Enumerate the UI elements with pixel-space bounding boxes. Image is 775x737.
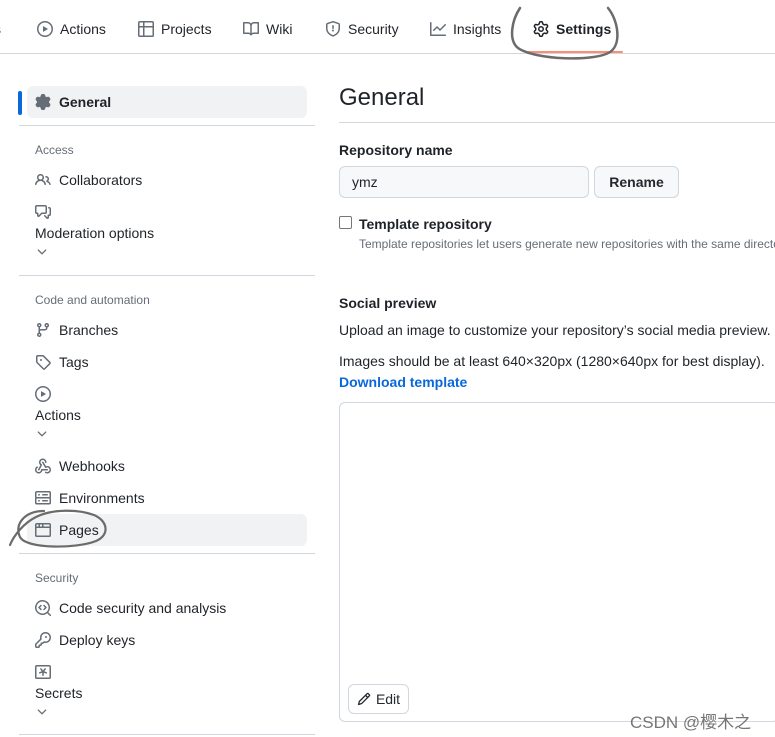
chevron-down-icon[interactable] bbox=[35, 705, 305, 719]
repo-name-label: Repository name bbox=[339, 142, 453, 158]
sidebar-item-collaborators-label: Collaborators bbox=[59, 172, 143, 188]
tab-clipped[interactable]: s bbox=[0, 17, 1, 41]
sidebar-item-general-label: General bbox=[59, 94, 112, 110]
sidebar-item-deploy-keys[interactable]: Deploy keys bbox=[27, 624, 307, 656]
book-icon bbox=[243, 21, 259, 36]
sidebar-item-webhooks-label: Webhooks bbox=[59, 458, 125, 474]
tab-insights[interactable]: Insights bbox=[430, 17, 501, 41]
key-icon bbox=[35, 632, 51, 648]
tab-projects-label: Projects bbox=[161, 21, 212, 37]
edit-button[interactable]: Edit bbox=[348, 684, 409, 714]
sidebar-divider bbox=[19, 275, 315, 276]
sidebar-item-moderation[interactable]: Moderation options bbox=[35, 204, 305, 259]
settings-main: General Repository name Rename Template … bbox=[339, 54, 775, 737]
template-repo-checkbox[interactable] bbox=[339, 216, 352, 229]
git-branch-icon bbox=[36, 323, 49, 338]
sidebar-item-moderation-label: Moderation options bbox=[35, 225, 155, 241]
rename-button[interactable]: Rename bbox=[594, 166, 679, 198]
social-preview-label: Social preview bbox=[339, 295, 437, 311]
page-title: General bbox=[339, 84, 425, 111]
tab-insights-label: Insights bbox=[453, 21, 502, 37]
sidebar-item-tags[interactable]: Tags bbox=[27, 346, 307, 378]
tab-wiki-label: Wiki bbox=[266, 21, 293, 37]
sidebar-item-actions[interactable]: Actions bbox=[35, 386, 305, 441]
tab-actions-label: Actions bbox=[60, 21, 106, 37]
sidebar-item-environments[interactable]: Environments bbox=[27, 482, 307, 514]
gear-icon bbox=[35, 94, 51, 110]
sidebar-item-code-security-label: Code security and analysis bbox=[59, 600, 227, 616]
tab-security-label: Security bbox=[348, 21, 399, 37]
selected-indicator bbox=[18, 91, 22, 115]
sidebar-divider bbox=[19, 125, 315, 126]
edit-button-label: Edit bbox=[375, 691, 401, 707]
people-icon bbox=[35, 173, 51, 186]
sidebar-item-deploy-keys-label: Deploy keys bbox=[59, 632, 136, 648]
play-icon bbox=[35, 386, 305, 402]
shield-icon bbox=[326, 21, 340, 37]
social-preview-dropzone[interactable]: Edit bbox=[339, 402, 775, 722]
social-preview-description: Upload an image to customize your reposi… bbox=[339, 322, 771, 338]
gear-icon bbox=[533, 21, 549, 37]
repo-nav: s Actions Projects Wiki Security Insight… bbox=[0, 0, 775, 54]
sidebar-item-pages-label: Pages bbox=[59, 522, 99, 538]
tag-icon bbox=[36, 355, 51, 370]
sidebar-item-code-security[interactable]: Code security and analysis bbox=[27, 592, 307, 624]
active-tab-underline bbox=[525, 51, 623, 53]
sidebar-item-tags-label: Tags bbox=[59, 354, 89, 370]
sidebar-divider bbox=[19, 734, 315, 735]
codescan-icon bbox=[35, 600, 51, 616]
repo-name-input[interactable] bbox=[339, 166, 589, 198]
graph-icon bbox=[430, 22, 446, 36]
download-template-link[interactable]: Download template bbox=[339, 374, 467, 390]
browser-icon bbox=[35, 523, 51, 537]
pencil-icon bbox=[357, 692, 371, 706]
image-size-hint: Images should be at least 640×320px (128… bbox=[339, 353, 765, 369]
play-icon bbox=[37, 21, 53, 37]
sidebar-item-collaborators[interactable]: Collaborators bbox=[27, 164, 307, 196]
template-repo-label: Template repository bbox=[359, 216, 492, 232]
chevron-down-icon[interactable] bbox=[35, 245, 305, 259]
asterisk-icon bbox=[35, 664, 305, 680]
settings-sidebar: General Access Collaborators Moderation … bbox=[0, 54, 320, 737]
tab-clipped-label: s bbox=[0, 21, 1, 37]
comment-discussion-icon bbox=[35, 204, 305, 220]
tab-security[interactable]: Security bbox=[325, 17, 399, 41]
tab-projects[interactable]: Projects bbox=[138, 17, 212, 41]
webhook-icon bbox=[35, 458, 51, 474]
tab-actions[interactable]: Actions bbox=[37, 17, 106, 41]
sidebar-divider bbox=[19, 553, 315, 554]
watermark: CSDN @樱木之 bbox=[630, 713, 752, 732]
server-icon bbox=[35, 491, 51, 505]
table-icon bbox=[138, 21, 154, 37]
sidebar-item-general[interactable]: General bbox=[27, 86, 307, 118]
sidebar-item-actions-label: Actions bbox=[35, 407, 81, 423]
chevron-down-icon[interactable] bbox=[35, 427, 305, 441]
tab-settings-label: Settings bbox=[556, 21, 612, 37]
section-heading-access: Access bbox=[35, 143, 74, 157]
section-heading-code-automation: Code and automation bbox=[35, 293, 150, 307]
sidebar-item-secrets[interactable]: Secrets bbox=[35, 664, 305, 719]
sidebar-item-branches-label: Branches bbox=[59, 322, 119, 338]
tab-wiki[interactable]: Wiki bbox=[243, 17, 292, 41]
sidebar-item-secrets-label: Secrets bbox=[35, 685, 83, 701]
sidebar-item-environments-label: Environments bbox=[59, 490, 145, 506]
sidebar-item-pages[interactable]: Pages bbox=[27, 514, 307, 546]
section-heading-security: Security bbox=[35, 571, 79, 585]
tab-settings[interactable]: Settings bbox=[533, 17, 611, 41]
title-divider bbox=[339, 122, 775, 123]
sidebar-item-branches[interactable]: Branches bbox=[27, 314, 307, 346]
template-repo-note: Template repositories let users generate… bbox=[359, 237, 775, 251]
sidebar-item-webhooks[interactable]: Webhooks bbox=[27, 450, 307, 482]
